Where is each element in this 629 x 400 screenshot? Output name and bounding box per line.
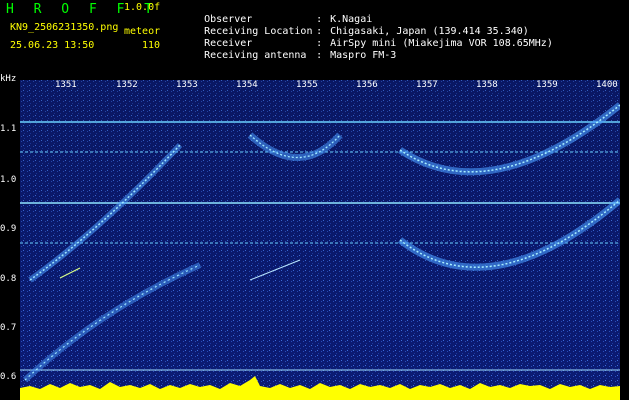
header-panel: H R O F F T 1.0.0f KN9_2506231350.png me…	[0, 0, 629, 76]
x-tick-label: 1354	[236, 80, 258, 90]
meteor-count: 110	[142, 40, 161, 51]
antenna-sep: :	[316, 50, 323, 61]
meteor-label: meteor	[124, 26, 161, 37]
x-tick-label: 1400	[596, 80, 618, 90]
y-tick-label: 1.0	[0, 175, 17, 185]
x-tick-label: 1353	[176, 80, 198, 90]
y-tick-label: 0.7	[0, 323, 17, 333]
y-tick-label: 1.1	[0, 124, 17, 134]
antenna-row: Receiving antenna: Maspro FM-3	[180, 38, 396, 74]
timestamp: 25.06.23 13:50	[10, 40, 95, 51]
x-tick-label: 1351	[55, 80, 77, 90]
x-tick-label: 1357	[416, 80, 438, 90]
y-tick-label: 0.9	[0, 224, 17, 234]
antenna-value: Maspro FM-3	[330, 50, 397, 61]
y-tick-label: 0.6	[0, 372, 17, 382]
antenna-key: Receiving antenna	[204, 50, 307, 61]
x-tick-label: 1359	[536, 80, 558, 90]
file-name: KN9_2506231350.png	[10, 22, 119, 33]
x-tick-label: 1355	[296, 80, 318, 90]
app-version: 1.0.0f	[124, 2, 161, 13]
y-tick-label: 0.8	[0, 274, 17, 284]
x-tick-label: 1356	[356, 80, 378, 90]
y-unit-label: kHz	[0, 74, 17, 84]
x-tick-label: 1358	[476, 80, 498, 90]
x-tick-label: 1352	[116, 80, 138, 90]
spectrogram	[20, 80, 620, 400]
